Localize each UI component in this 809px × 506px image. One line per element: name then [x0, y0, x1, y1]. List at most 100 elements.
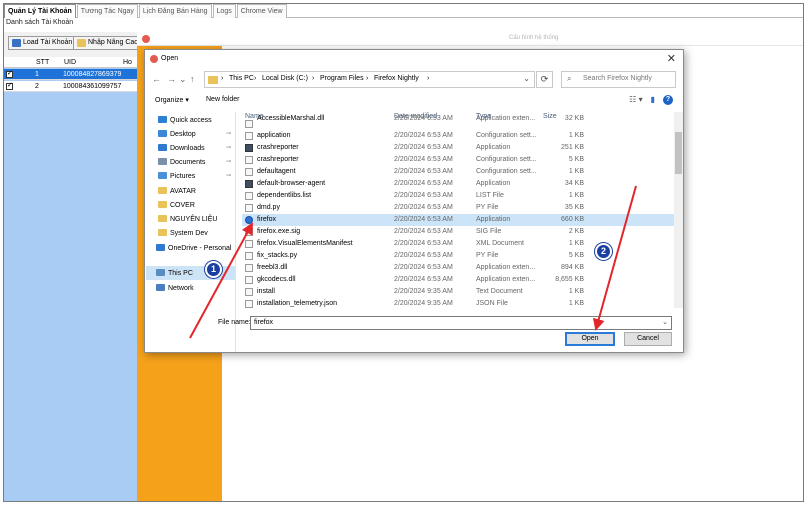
nav-item[interactable]: This PC: [156, 269, 193, 277]
scrollbar-thumb[interactable]: [675, 132, 682, 174]
tab-account-management[interactable]: Quản Lý Tài Khoản: [4, 4, 76, 18]
file-name: firefox: [257, 216, 277, 223]
back-arrow-icon[interactable]: ←: [152, 74, 161, 84]
file-icon: [245, 204, 253, 212]
help-icon[interactable]: ?: [663, 95, 673, 105]
account-row[interactable]: 1 100084827869379: [4, 69, 137, 80]
app-icon: [150, 55, 158, 63]
row-checkbox[interactable]: [6, 81, 13, 90]
organize-menu[interactable]: Organize ▾: [155, 96, 189, 104]
nav-item-label: OneDrive - Personal: [168, 245, 232, 252]
account-row[interactable]: 2 100084361099757: [4, 81, 137, 92]
pin-icon[interactable]: ⊸: [226, 130, 231, 137]
file-row[interactable]: dependentlibs.list 2/20/2024 6:53 AM LIST …: [242, 190, 680, 202]
nav-item[interactable]: Desktop ⊸: [158, 130, 231, 138]
file-row[interactable]: firefox.VisualElementsManifest 2/20/2024 …: [242, 238, 680, 250]
breadcrumb-separator: ›: [427, 75, 430, 82]
file-date: 2/20/2024 6:53 AM: [394, 144, 453, 151]
column-uid[interactable]: UID: [64, 57, 76, 68]
file-type: XML Document: [476, 240, 524, 247]
nav-item[interactable]: Quick access: [158, 116, 212, 124]
file-size: 32 KB: [564, 115, 584, 122]
nav-item[interactable]: NGUYÊN LIỆU: [158, 215, 217, 223]
file-row[interactable]: default-browser-agent 2/20/2024 6:53 AM Ap…: [242, 178, 680, 190]
file-date: 2/20/2024 6:53 AM: [394, 204, 453, 211]
pin-icon[interactable]: ⊸: [226, 144, 231, 151]
new-folder-button[interactable]: New folder: [206, 96, 239, 103]
preview-pane-icon[interactable]: ▮: [651, 95, 655, 105]
file-name-input[interactable]: firefox ⌄: [250, 316, 672, 330]
file-type: Configuration sett...: [476, 132, 537, 139]
search-icon: ⌕: [567, 74, 572, 83]
up-arrow-icon[interactable]: ↑: [190, 74, 195, 84]
nav-item[interactable]: OneDrive - Personal: [156, 244, 231, 252]
file-row[interactable]: crashreporter 2/20/2024 6:53 AM Configurat…: [242, 154, 680, 166]
file-type: Application exten...: [476, 115, 536, 122]
folder-icon: [208, 76, 218, 84]
nav-item-label: AVATAR: [170, 188, 196, 195]
file-row[interactable]: firefox 2/20/2024 6:53 AM Application 660 K…: [242, 214, 680, 226]
file-size: 1 KB: [568, 240, 584, 247]
forward-arrow-icon[interactable]: →: [167, 74, 176, 84]
file-row[interactable]: fix_stacks.py 2/20/2024 6:53 AM PY File 5 K…: [242, 250, 680, 262]
nav-item[interactable]: Documents ⊸: [158, 158, 231, 166]
file-row[interactable]: crashreporter 2/20/2024 6:53 AM Applicatio…: [242, 142, 680, 154]
file-row[interactable]: application 2/20/2024 6:53 AM Configuratio…: [242, 130, 680, 142]
file-type: Application: [476, 144, 511, 151]
file-row[interactable]: gkcodecs.dll 2/20/2024 6:53 AM Application…: [242, 274, 680, 286]
address-bar[interactable]: › This PC › Local Disk (C:) › Program Fi…: [204, 71, 535, 88]
search-input[interactable]: ⌕ Search Firefox Nightly: [561, 71, 676, 88]
tab-chrome-view[interactable]: Chrome View: [236, 4, 287, 18]
breadcrumb-program-files[interactable]: Program Files: [320, 75, 364, 82]
file-row[interactable]: installation_telemetry.json 2/20/2024 9:3…: [242, 298, 680, 308]
file-row[interactable]: defaultagent 2/20/2024 6:53 AM Configurati…: [242, 166, 680, 178]
breadcrumb-firefox-nightly[interactable]: Firefox Nightly: [374, 75, 419, 82]
tab-sales-schedule[interactable]: Lịch Đăng Bán Hàng: [138, 4, 212, 18]
close-icon[interactable]: ✕: [667, 52, 676, 65]
file-size: 2 KB: [568, 228, 584, 235]
file-name: default-browser-agent: [257, 180, 326, 187]
breadcrumb-local-disk[interactable]: Local Disk (C:): [262, 75, 308, 82]
application-icon: [245, 180, 253, 188]
vertical-scrollbar[interactable]: [674, 112, 683, 308]
file-type: Application exten...: [476, 264, 536, 271]
load-accounts-button[interactable]: Load Tài Khoản: [8, 36, 77, 50]
file-name: dmd.py: [257, 204, 280, 211]
background-window-title: Cấu hình hệ thống: [509, 35, 559, 41]
advanced-import-button[interactable]: Nhập Nâng Cao: [73, 36, 143, 50]
account-panel: Load Tài Khoản Nhập Nâng Cao STT UID Ho …: [4, 32, 143, 501]
pin-icon[interactable]: ⊸: [226, 158, 231, 165]
file-name: dependentlibs.list: [257, 192, 312, 199]
column-stt[interactable]: STT: [36, 57, 49, 68]
file-size: 1 KB: [568, 288, 584, 295]
view-options-icon[interactable]: ☷ ▾: [629, 95, 642, 105]
pin-icon[interactable]: ⊸: [226, 172, 231, 179]
nav-item[interactable]: COVER: [158, 201, 195, 209]
file-row[interactable]: freebl3.dll 2/20/2024 6:53 AM Application …: [242, 262, 680, 274]
file-row[interactable]: firefox.exe.sig 2/20/2024 6:53 AM SIG File…: [242, 226, 680, 238]
file-type: Configuration sett...: [476, 168, 537, 175]
open-button[interactable]: Open: [565, 332, 615, 346]
nav-item[interactable]: Network: [156, 284, 194, 292]
nav-item[interactable]: Downloads ⊸: [158, 144, 231, 152]
file-size: 8,655 KB: [555, 276, 584, 283]
dialog-title: Open: [161, 55, 179, 62]
nav-item[interactable]: AVATAR: [158, 187, 196, 195]
nav-item[interactable]: System Dev: [158, 229, 208, 237]
nav-item[interactable]: Pictures ⊸: [158, 172, 231, 180]
folder-icon: [77, 39, 86, 47]
chevron-down-icon[interactable]: ⌄: [662, 318, 668, 326]
file-row[interactable]: dmd.py 2/20/2024 6:53 AM PY File 35 KB: [242, 202, 680, 214]
row-checkbox[interactable]: [6, 69, 13, 78]
breadcrumb-this-pc[interactable]: This PC: [229, 75, 254, 82]
file-row[interactable]: install 2/20/2024 9:35 AM Text Document 1 K…: [242, 286, 680, 298]
chevron-down-icon[interactable]: ⌄: [523, 74, 530, 83]
close-icon[interactable]: [142, 35, 150, 43]
file-row[interactable]: AccessibleMarshal.dll 2/20/2024 6:53 AM Ap…: [242, 115, 680, 128]
cancel-button[interactable]: Cancel: [624, 332, 672, 346]
file-date: 2/20/2024 6:53 AM: [394, 228, 453, 235]
tab-logs[interactable]: Logs: [212, 4, 236, 18]
tab-interact-now[interactable]: Tương Tác Ngay: [76, 4, 138, 18]
recent-locations-icon[interactable]: ⌄: [179, 74, 187, 85]
refresh-icon[interactable]: ⟳: [536, 71, 553, 88]
